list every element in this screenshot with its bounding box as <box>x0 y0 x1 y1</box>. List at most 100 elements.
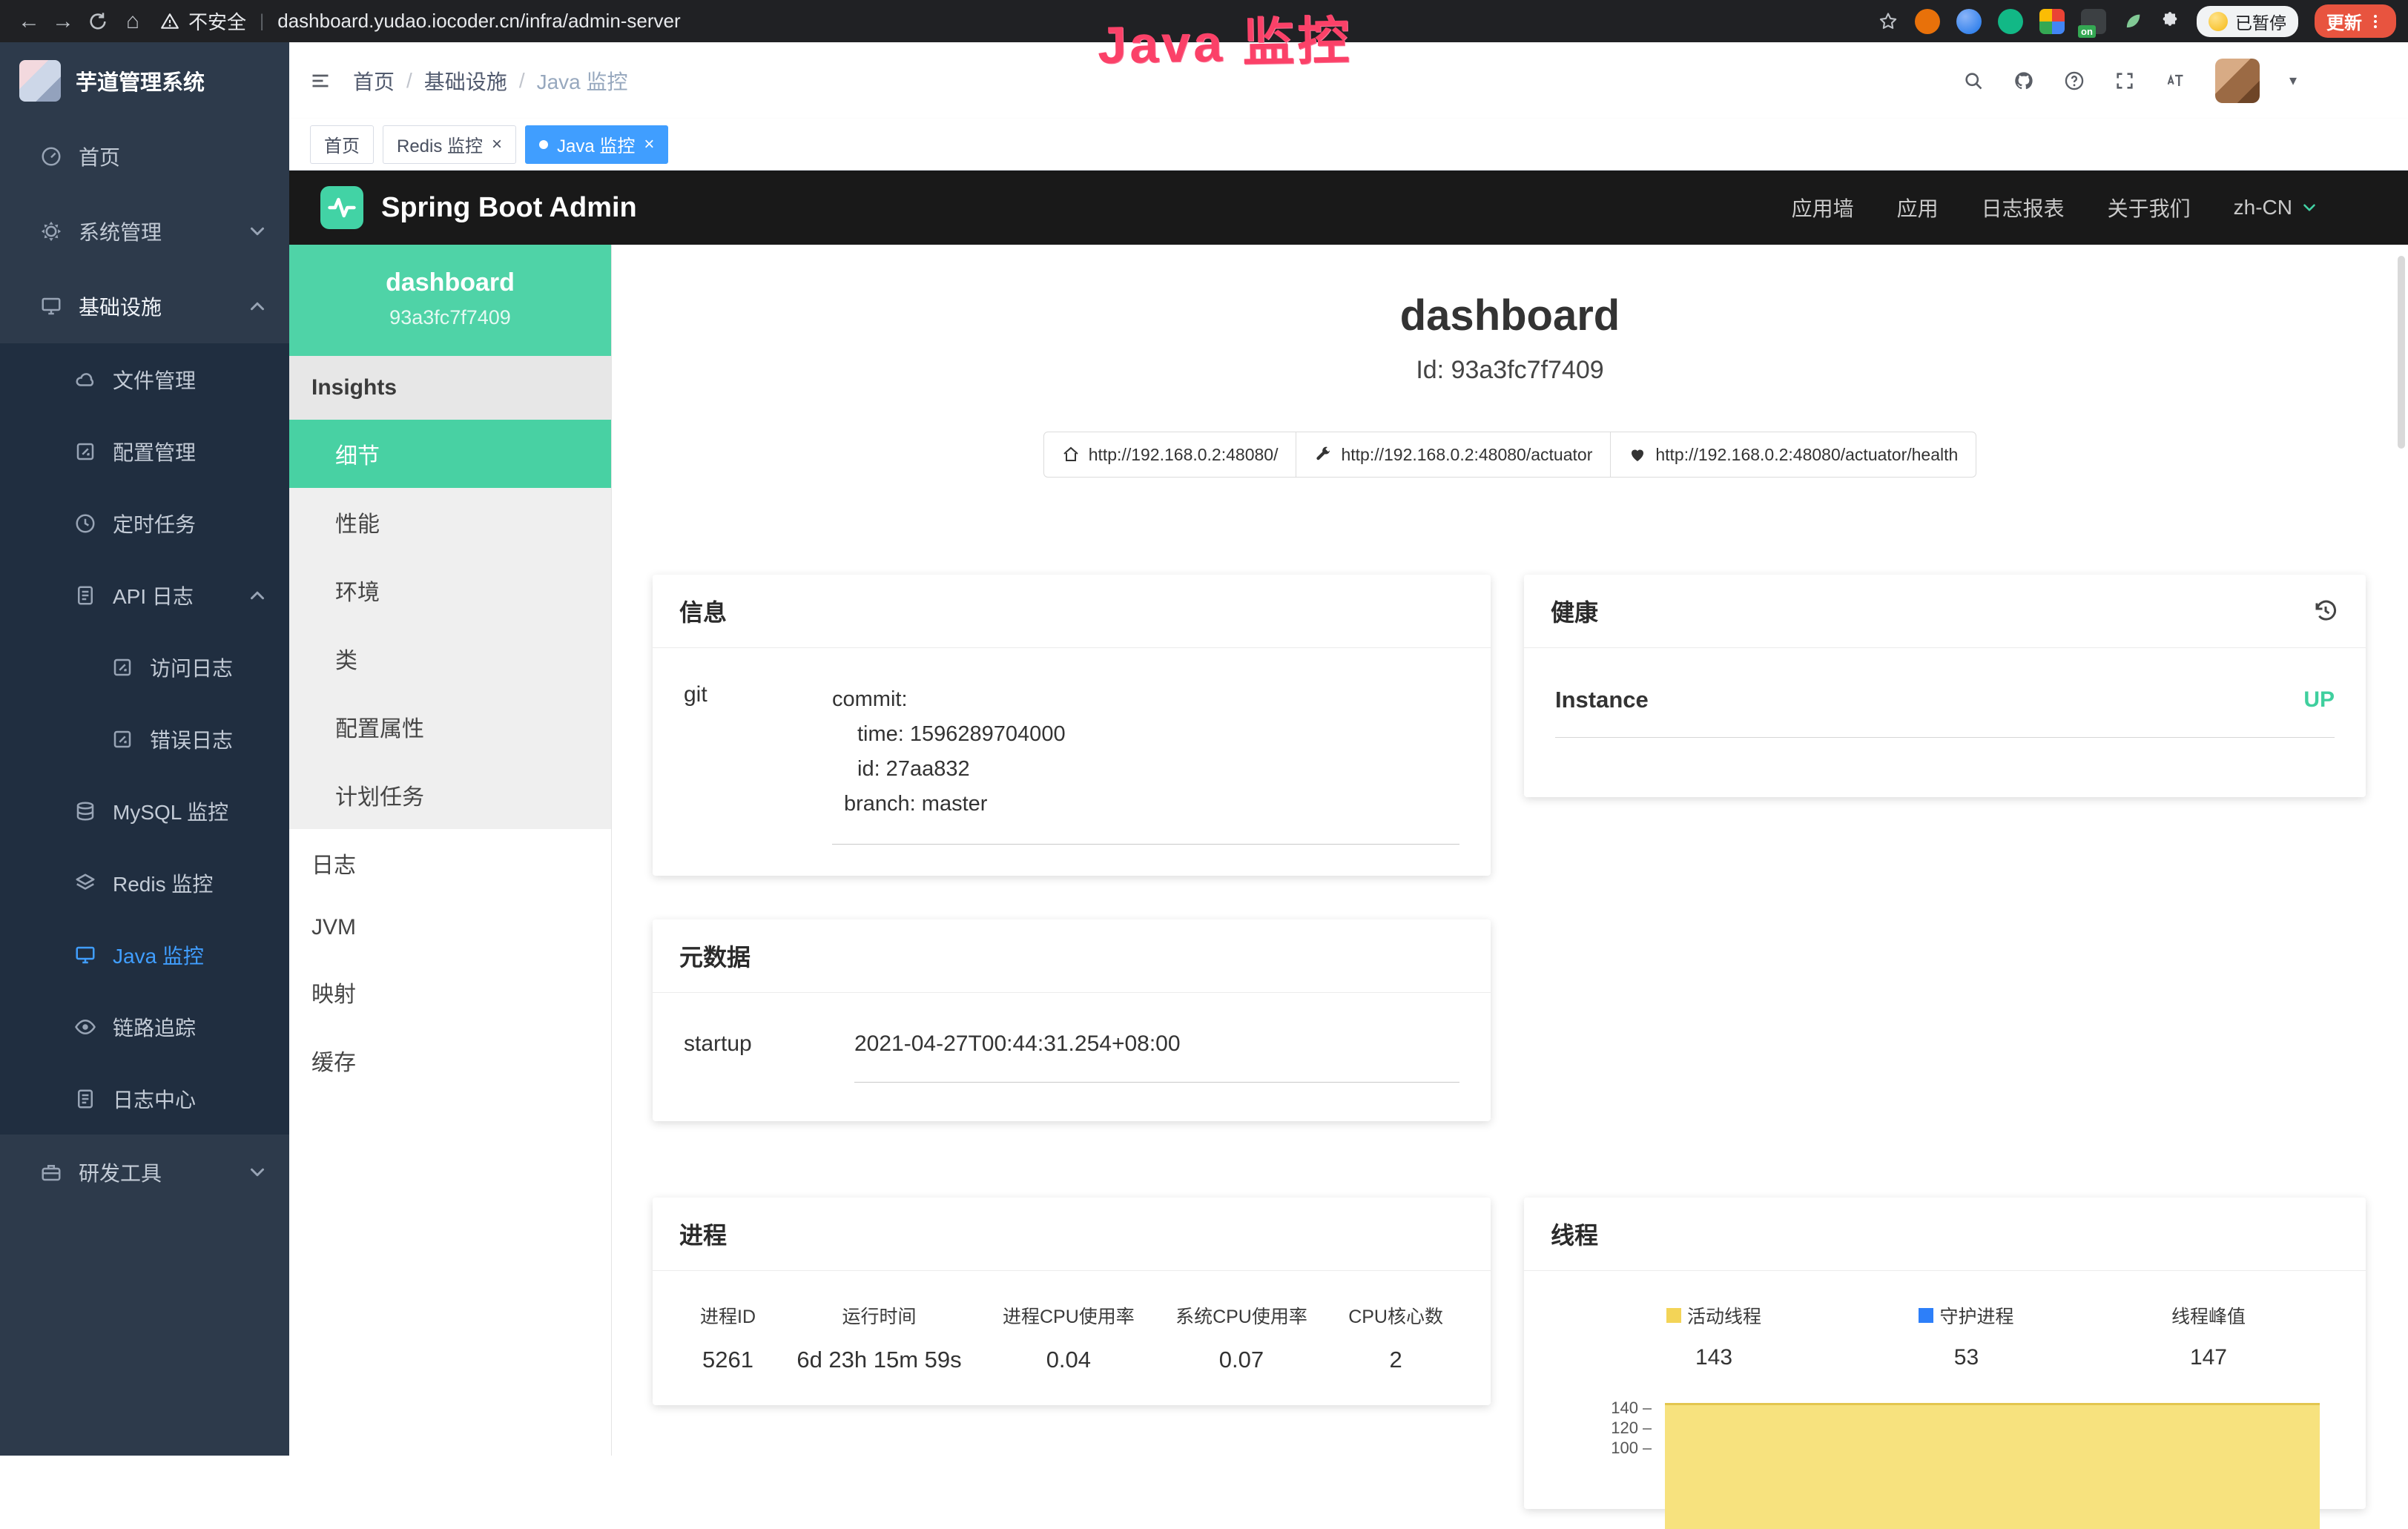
sidebar-item-java-monitor[interactable]: Java 监控 <box>0 919 289 991</box>
health-card-title: 健康 <box>1551 594 1598 628</box>
sidebar-item-mysql-monitor[interactable]: MySQL 监控 <box>0 775 289 847</box>
switch-extension-icon[interactable]: on <box>2081 9 2106 34</box>
metadata-card: 元数据 startup 2021-04-27T00:44:31.254+08:0… <box>653 919 1491 1121</box>
sba-app-header[interactable]: dashboard 93a3fc7f7409 <box>289 245 611 356</box>
sidebar-item-dev-tools[interactable]: 研发工具 <box>0 1135 289 1209</box>
sba-logo-icon[interactable] <box>320 186 363 229</box>
close-icon[interactable]: × <box>644 136 654 153</box>
endpoint-actuator-url[interactable]: http://192.168.0.2:48080/actuator <box>1296 432 1611 478</box>
grid-extension-icon[interactable] <box>2039 9 2065 34</box>
sba-item-logs[interactable]: 日志 <box>289 829 611 897</box>
annotation-text: Java 监控 <box>1097 0 1353 79</box>
tab-java-monitor[interactable]: Java 监控 × <box>525 125 668 164</box>
user-avatar[interactable] <box>2215 59 2260 103</box>
sidebar-item-scheduled-jobs[interactable]: 定时任务 <box>0 487 289 559</box>
browser-home-icon[interactable]: ⌂ <box>116 0 150 42</box>
fox-extension-icon[interactable] <box>1915 9 1940 34</box>
infrastructure-icon <box>40 295 62 317</box>
hamburger-icon[interactable] <box>310 70 331 91</box>
sidebar-item-label: 错误日志 <box>150 724 233 754</box>
process-stat-uptime: 运行时间 6d 23h 15m 59s <box>796 1302 961 1373</box>
update-button[interactable]: 更新 <box>2315 4 2396 38</box>
document-icon <box>74 584 96 607</box>
sba-item-mappings[interactable]: 映射 <box>289 958 611 1026</box>
sba-nav-applications[interactable]: 应用 <box>1897 193 1939 222</box>
close-icon[interactable]: × <box>492 136 502 153</box>
sidebar-item-label: 定时任务 <box>113 509 196 538</box>
address-bar[interactable]: 不安全 | dashboard.yudao.iocoder.cn/infra/a… <box>160 7 681 35</box>
fullscreen-icon[interactable] <box>2114 70 2135 91</box>
y-axis-tick: 140 <box>1600 1398 1652 1418</box>
sba-item-environment[interactable]: 环境 <box>289 556 611 624</box>
reload-icon[interactable] <box>88 11 108 32</box>
breadcrumb-current: Java 监控 <box>537 66 628 96</box>
sba-item-classes[interactable]: 类 <box>289 624 611 693</box>
browser-menu-icon <box>2366 13 2384 30</box>
endpoint-health-url[interactable]: http://192.168.0.2:48080/actuator/health <box>1611 432 1976 478</box>
stat-label: 进程CPU使用率 <box>1003 1302 1135 1329</box>
stat-label: 运行时间 <box>796 1302 961 1329</box>
sba-item-scheduled-tasks[interactable]: 计划任务 <box>289 761 611 829</box>
toolbox-icon <box>40 1161 62 1183</box>
sidebar-item-config-manage[interactable]: 配置管理 <box>0 415 289 487</box>
sba-brand[interactable]: Spring Boot Admin <box>381 192 637 224</box>
github-icon[interactable] <box>2013 70 2034 91</box>
sba-item-jvm[interactable]: JVM <box>289 897 611 958</box>
language-label: zh-CN <box>2234 196 2292 219</box>
sba-nav-about[interactable]: 关于我们 <box>2108 193 2191 222</box>
breadcrumb-home[interactable]: 首页 <box>353 66 395 96</box>
sidebar-item-api-log[interactable]: API 日志 <box>0 559 289 631</box>
sba-item-caches[interactable]: 缓存 <box>289 1026 611 1094</box>
search-icon[interactable] <box>1963 70 1984 91</box>
legend-label: 守护进程 <box>1939 1302 2013 1329</box>
screen: ← → ⌂ 不安全 | dashboard.yudao.iocoder.cn/i… <box>0 0 2408 1456</box>
tab-label: Redis 监控 <box>397 131 483 157</box>
sba-item-config-props[interactable]: 配置属性 <box>289 693 611 761</box>
bookmark-star-icon[interactable] <box>1878 11 1899 32</box>
sidebar-item-trace[interactable]: 链路追踪 <box>0 991 289 1063</box>
scrollbar-thumb[interactable] <box>2398 256 2405 449</box>
sba-nav-wallboard[interactable]: 应用墙 <box>1792 193 1854 222</box>
history-icon[interactable] <box>2312 598 2339 624</box>
caret-down-icon[interactable]: ▾ <box>2289 71 2297 90</box>
sidebar-item-error-log[interactable]: 错误日志 <box>0 703 289 775</box>
active-dot <box>539 140 548 149</box>
language-selector[interactable]: zh-CN <box>2234 196 2319 219</box>
tab-home[interactable]: 首页 <box>310 125 374 164</box>
sidebar-item-file-manage[interactable]: 文件管理 <box>0 343 289 415</box>
puzzle-extensions-icon[interactable] <box>2160 11 2180 32</box>
forward-icon[interactable]: → <box>46 0 80 42</box>
sidebar-item-access-log[interactable]: 访问日志 <box>0 631 289 703</box>
sidebar-item-redis-monitor[interactable]: Redis 监控 <box>0 847 289 919</box>
app-logo[interactable]: 芋道管理系统 <box>0 42 289 119</box>
paused-badge[interactable]: 已暂停 <box>2197 6 2298 37</box>
legend-peak-threads: 线程峰值 147 <box>2171 1302 2246 1370</box>
font-size-icon[interactable] <box>2165 70 2186 91</box>
breadcrumb-infra[interactable]: 基础设施 <box>424 66 507 96</box>
endpoint-service-url[interactable]: http://192.168.0.2:48080/ <box>1043 432 1297 478</box>
metadata-card-title: 元数据 <box>653 919 1491 993</box>
y-extension-icon[interactable] <box>1998 9 2023 34</box>
help-icon[interactable] <box>2064 70 2085 91</box>
y-axis-tick: 120 <box>1600 1419 1652 1438</box>
sidebar-item-home[interactable]: 首页 <box>0 119 289 194</box>
drop-extension-icon[interactable] <box>1956 9 1982 34</box>
stat-value: 6d 23h 15m 59s <box>796 1347 961 1373</box>
tab-redis-monitor[interactable]: Redis 监控 × <box>383 125 516 164</box>
sidebar-item-system[interactable]: 系统管理 <box>0 194 289 268</box>
sba-item-metrics[interactable]: 性能 <box>289 488 611 556</box>
back-icon[interactable]: ← <box>12 0 46 42</box>
info-line: id: 27aa832 <box>832 752 1459 787</box>
sidebar-item-log-center[interactable]: 日志中心 <box>0 1063 289 1135</box>
database-icon <box>74 800 96 822</box>
sidebar-item-infra[interactable]: 基础设施 <box>0 268 289 343</box>
sidebar-item-label: Java 监控 <box>113 940 204 970</box>
leaf-extension-icon[interactable] <box>2122 11 2143 32</box>
health-card: 健康 Instance UP <box>1524 575 2366 797</box>
sba-item-details[interactable]: 细节 <box>289 420 611 488</box>
cloud-icon <box>74 369 96 391</box>
health-row: Instance UP <box>1555 687 2335 738</box>
sba-nav-journal[interactable]: 日志报表 <box>1982 193 2065 222</box>
process-card: 进程 进程ID 5261 运行时间 6d 23h 15m 59s 进程CPU使用… <box>653 1198 1491 1405</box>
breadcrumb-separator: / <box>406 69 412 93</box>
